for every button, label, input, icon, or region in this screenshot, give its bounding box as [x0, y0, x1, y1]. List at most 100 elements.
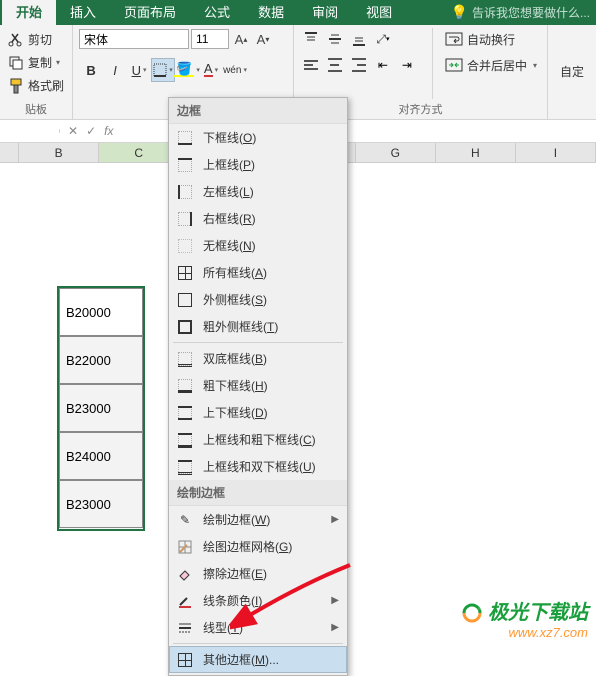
- scissors-icon: [8, 32, 24, 48]
- font-color-button[interactable]: A▾: [199, 58, 223, 82]
- tab-formulas[interactable]: 公式: [190, 0, 244, 25]
- menu-border-item[interactable]: 右框线(R): [169, 205, 347, 232]
- watermark-logo-icon: [460, 599, 484, 623]
- merge-center-button[interactable]: 合并后居中▾: [441, 54, 541, 76]
- orientation-button[interactable]: ⤢▾: [372, 28, 394, 50]
- fx-cancel-icon[interactable]: ✕: [68, 124, 78, 138]
- menu-line-color[interactable]: 线条颜色(I) ▶: [169, 587, 347, 614]
- menu-erase-border[interactable]: 擦除边框(E): [169, 560, 347, 587]
- cell[interactable]: B24000: [59, 432, 143, 480]
- menu-separator: [173, 342, 343, 343]
- copy-label: 复制: [28, 54, 52, 71]
- italic-button[interactable]: I: [103, 58, 127, 82]
- painter-label: 格式刷: [28, 77, 64, 94]
- col-header-a-partial[interactable]: [0, 143, 19, 162]
- menu-border-item[interactable]: 所有框线(A): [169, 259, 347, 286]
- align-right-button[interactable]: [348, 54, 370, 76]
- menu-border-item[interactable]: 上框线和粗下框线(C): [169, 426, 347, 453]
- tab-strip: 开始 插入 页面布局 公式 数据 审阅 视图: [0, 0, 406, 25]
- decrease-font-button[interactable]: A▾: [253, 28, 273, 50]
- copy-button[interactable]: 复制▾: [6, 53, 66, 72]
- col-header-b[interactable]: B: [19, 143, 99, 162]
- menu-border-item[interactable]: 外侧框线(S): [169, 286, 347, 313]
- bold-button[interactable]: B: [79, 58, 103, 82]
- dropdown-header-borders: 边框: [169, 98, 347, 124]
- pen-color-icon: [177, 593, 193, 609]
- menu-border-item[interactable]: 粗外侧框线(T): [169, 313, 347, 340]
- wrap-text-button[interactable]: 自动换行: [441, 28, 541, 50]
- menu-border-item[interactable]: 上下框线(D): [169, 399, 347, 426]
- border-type-icon: [177, 238, 193, 254]
- border-type-icon: [177, 184, 193, 200]
- menu-line-style[interactable]: 线型(Y) ▶: [169, 614, 347, 641]
- phonetic-button[interactable]: wén▾: [223, 58, 247, 82]
- cell[interactable]: B23000: [59, 384, 143, 432]
- clipboard-group-label: 贴板: [6, 99, 66, 117]
- menu-separator: [173, 643, 343, 644]
- clipboard-group: 剪切 复制▾ 格式刷 贴板: [0, 25, 73, 119]
- fx-confirm-icon[interactable]: ✓: [86, 124, 96, 138]
- border-type-icon: [177, 351, 193, 367]
- tab-insert[interactable]: 插入: [56, 0, 110, 25]
- name-box[interactable]: [0, 129, 60, 133]
- font-size-select[interactable]: [191, 29, 229, 49]
- tell-me-hint[interactable]: 💡 告诉我您想要做什么...: [451, 0, 596, 25]
- border-icon: [153, 63, 167, 77]
- fx-icon[interactable]: fx: [104, 124, 113, 138]
- menu-border-item[interactable]: 下框线(O): [169, 124, 347, 151]
- cell[interactable]: B23000: [59, 480, 143, 528]
- col-header-h[interactable]: H: [436, 143, 516, 162]
- extra-group: 自定: [548, 25, 596, 119]
- menu-border-item[interactable]: 粗下框线(H): [169, 372, 347, 399]
- tab-layout[interactable]: 页面布局: [110, 0, 190, 25]
- increase-indent-button[interactable]: ⇥: [396, 54, 418, 76]
- line-style-icon: [177, 620, 193, 636]
- col-header-i[interactable]: I: [516, 143, 596, 162]
- align-middle-button[interactable]: [324, 28, 346, 50]
- cut-label: 剪切: [28, 31, 52, 48]
- format-painter-button[interactable]: 格式刷: [6, 76, 66, 95]
- font-name-select[interactable]: [79, 29, 189, 49]
- more-borders-icon: [177, 652, 193, 668]
- merge-icon: [445, 56, 463, 74]
- border-type-icon: [177, 378, 193, 394]
- align-bottom-button[interactable]: [348, 28, 370, 50]
- wrap-label: 自动换行: [467, 31, 515, 48]
- menu-border-item[interactable]: 无框线(N): [169, 232, 347, 259]
- custom-button[interactable]: 自定: [554, 28, 590, 115]
- eraser-icon: [177, 566, 193, 582]
- menu-border-item[interactable]: 上框线(P): [169, 151, 347, 178]
- col-header-g[interactable]: G: [356, 143, 436, 162]
- menu-draw-grid[interactable]: 绘图边框网格(G): [169, 533, 347, 560]
- bulb-icon: 💡: [451, 4, 468, 21]
- menu-border-item[interactable]: 上框线和双下框线(U): [169, 453, 347, 480]
- cut-button[interactable]: 剪切: [6, 30, 66, 49]
- tab-view[interactable]: 视图: [352, 0, 406, 25]
- border-type-icon: [177, 459, 193, 475]
- fill-color-button[interactable]: 🪣▾: [175, 58, 199, 82]
- watermark: 极光下载站 www.xz7.com: [460, 596, 588, 640]
- tab-home[interactable]: 开始: [2, 0, 56, 25]
- copy-icon: [8, 55, 24, 71]
- tab-review[interactable]: 审阅: [298, 0, 352, 25]
- align-left-button[interactable]: [300, 54, 322, 76]
- cell[interactable]: B20000: [59, 288, 143, 336]
- border-type-icon: [177, 157, 193, 173]
- watermark-url: www.xz7.com: [460, 625, 588, 640]
- cell[interactable]: B22000: [59, 336, 143, 384]
- menu-border-item[interactable]: 双底框线(B): [169, 345, 347, 372]
- border-type-icon: [177, 265, 193, 281]
- align-center-button[interactable]: [324, 54, 346, 76]
- pencil-icon: ✎: [177, 512, 193, 528]
- decrease-indent-button[interactable]: ⇤: [372, 54, 394, 76]
- menu-more-borders[interactable]: 其他边框(M)...: [169, 646, 347, 673]
- menu-draw-border[interactable]: ✎ 绘制边框(W) ▶: [169, 506, 347, 533]
- menu-border-item[interactable]: 左框线(L): [169, 178, 347, 205]
- increase-font-button[interactable]: A▴: [231, 28, 251, 50]
- align-top-button[interactable]: [300, 28, 322, 50]
- border-type-icon: [177, 319, 193, 335]
- tab-data[interactable]: 数据: [244, 0, 298, 25]
- underline-button[interactable]: U▾: [127, 58, 151, 82]
- brush-icon: [8, 78, 24, 94]
- border-button[interactable]: ▾: [151, 58, 175, 82]
